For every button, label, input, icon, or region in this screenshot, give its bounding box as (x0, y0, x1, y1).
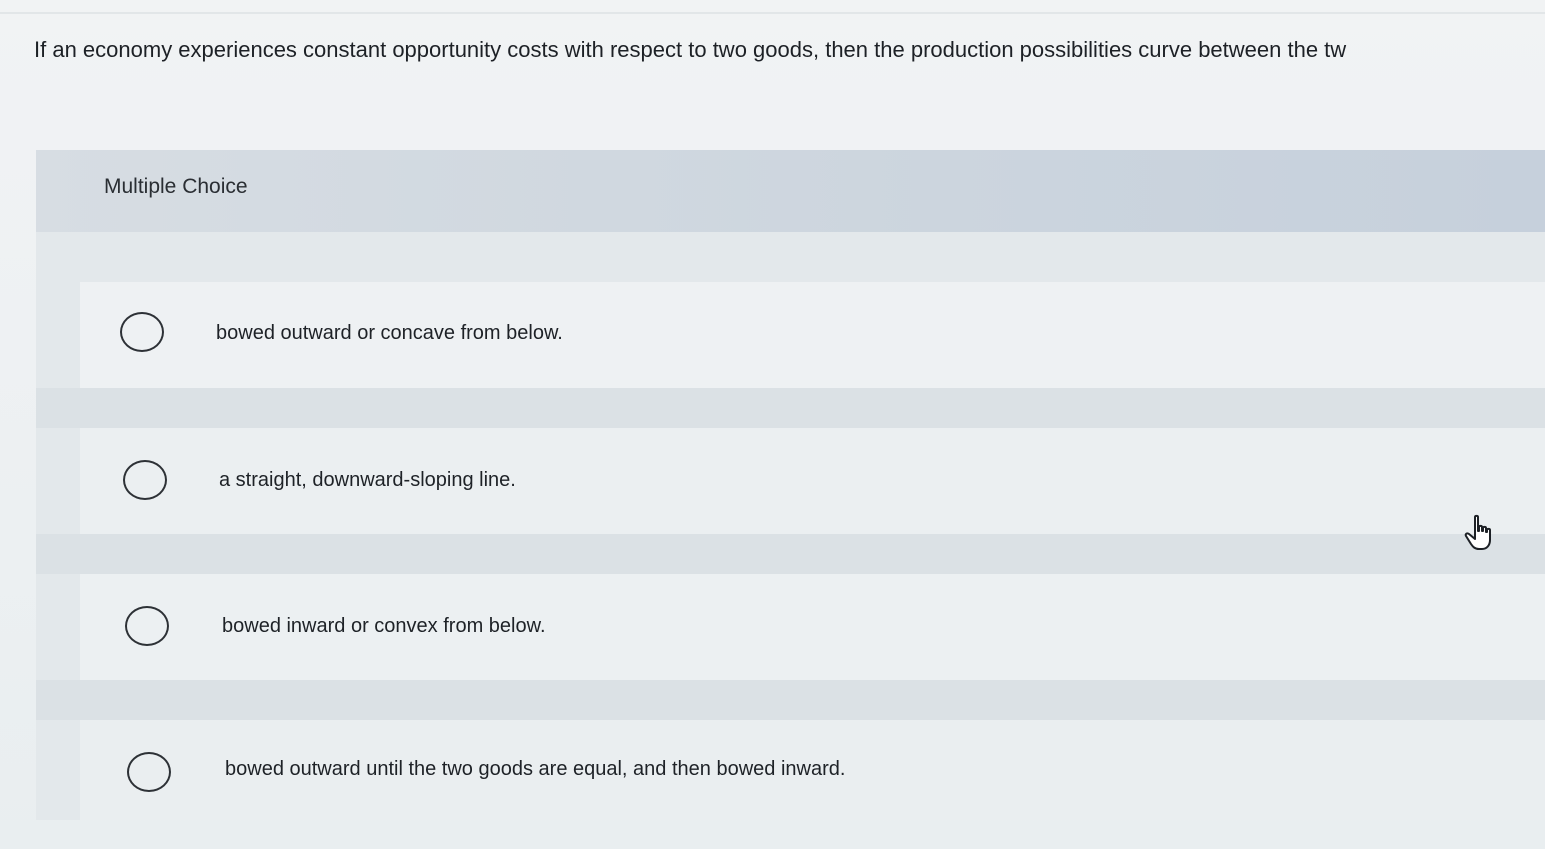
choice-header: Multiple Choice (36, 150, 1545, 232)
answer-option-4[interactable]: bowed outward until the two goods are eq… (80, 720, 1545, 820)
multiple-choice-panel: Multiple Choice bowed outward or concave… (36, 150, 1545, 820)
answer-option-label: a straight, downward-sloping line. (219, 469, 516, 491)
hand-pointer-icon (1463, 514, 1499, 552)
radio-button[interactable] (125, 606, 169, 646)
page: If an economy experiences constant oppor… (0, 0, 1545, 849)
radio-button[interactable] (123, 460, 167, 500)
answer-option-label: bowed inward or convex from below. (222, 615, 546, 637)
radio-button[interactable] (127, 752, 171, 792)
answer-option-1[interactable]: bowed outward or concave from below. (80, 282, 1545, 388)
answer-option-label: bowed outward until the two goods are eq… (225, 758, 846, 780)
top-divider (0, 12, 1545, 14)
answer-option-2[interactable]: a straight, downward-sloping line. (80, 428, 1545, 534)
option-divider (36, 388, 1545, 428)
option-divider (36, 534, 1545, 574)
answer-option-label: bowed outward or concave from below. (216, 322, 563, 344)
radio-button[interactable] (120, 312, 164, 352)
answer-option-3[interactable]: bowed inward or convex from below. (80, 574, 1545, 680)
choice-type-label: Multiple Choice (104, 175, 248, 198)
question-text: If an economy experiences constant oppor… (34, 37, 1347, 62)
option-divider (36, 680, 1545, 720)
